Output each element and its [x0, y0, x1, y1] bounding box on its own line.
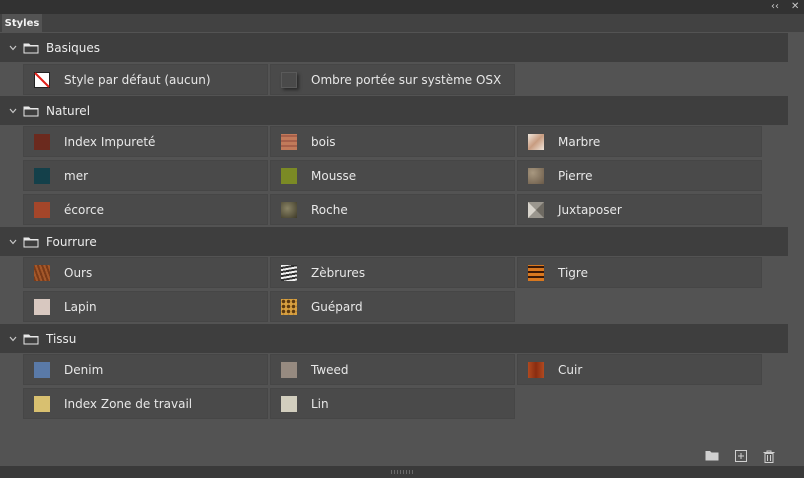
style-swatch — [34, 361, 50, 378]
style-item-label: Lin — [311, 396, 329, 411]
group-header[interactable]: Fourrure — [0, 227, 788, 256]
tab-styles[interactable]: Styles — [2, 14, 42, 32]
group-header[interactable]: Naturel — [0, 96, 788, 125]
style-item[interactable]: Tweed — [270, 354, 515, 385]
panel-title-bar: ‹‹ ✕ — [0, 0, 804, 14]
style-item[interactable]: Lapin — [23, 291, 268, 322]
tab-row: Styles — [0, 14, 804, 43]
group-header[interactable]: Tissu — [0, 324, 788, 353]
style-swatch — [34, 133, 50, 150]
chevron-down-icon[interactable] — [9, 107, 17, 115]
style-item-label: Guépard — [311, 299, 363, 314]
style-item-label: écorce — [64, 202, 104, 217]
trash-icon[interactable] — [763, 450, 775, 463]
style-swatch — [34, 298, 50, 315]
style-swatch — [34, 395, 50, 412]
folder-icon — [23, 334, 39, 344]
style-item[interactable]: Cuir — [517, 354, 762, 385]
style-item[interactable]: Roche — [270, 194, 515, 225]
new-style-icon[interactable] — [735, 450, 747, 462]
style-item-label: Marbre — [558, 134, 601, 149]
style-swatch — [281, 361, 297, 378]
style-swatch — [528, 167, 544, 184]
style-swatch — [528, 361, 544, 378]
style-item[interactable]: Denim — [23, 354, 268, 385]
group-label: Naturel — [46, 103, 91, 118]
style-item[interactable]: Zèbrures — [270, 257, 515, 288]
chevron-down-icon[interactable] — [9, 44, 17, 52]
resize-grip-icon[interactable] — [391, 470, 413, 474]
style-item-label: bois — [311, 134, 336, 149]
style-item[interactable]: Style par défaut (aucun) — [23, 64, 268, 95]
resize-bar[interactable] — [0, 466, 804, 478]
style-item[interactable]: Lin — [270, 388, 515, 419]
style-item-label: Index Zone de travail — [64, 396, 193, 411]
style-item-label: Ombre portée sur système OSX — [311, 72, 502, 87]
style-swatch — [34, 167, 50, 184]
style-item[interactable]: Juxtaposer — [517, 194, 762, 225]
folder-icon — [23, 106, 39, 116]
style-swatch — [528, 133, 544, 150]
new-group-folder-icon[interactable] — [705, 450, 719, 461]
style-item-label: Pierre — [558, 168, 593, 183]
style-item-label: Roche — [311, 202, 348, 217]
style-item[interactable]: mer — [23, 160, 268, 191]
group-label: Tissu — [46, 331, 77, 346]
style-item-label: Lapin — [64, 299, 97, 314]
style-item[interactable]: Pierre — [517, 160, 762, 191]
style-swatch — [528, 264, 544, 281]
style-item[interactable]: Tigre — [517, 257, 762, 288]
panel-footer — [0, 444, 804, 466]
style-item[interactable]: Ombre portée sur système OSX — [270, 64, 515, 95]
style-swatch — [34, 201, 50, 218]
no-style-icon — [34, 71, 50, 88]
style-item-label: Tigre — [558, 265, 588, 280]
style-swatch — [528, 201, 544, 218]
style-item-label: Index Impureté — [64, 134, 156, 149]
style-item[interactable]: Ours — [23, 257, 268, 288]
style-item-label: Style par défaut (aucun) — [64, 72, 211, 87]
styles-list: Basiques Style par défaut (aucun) Ombre … — [0, 32, 804, 444]
style-item[interactable]: Mousse — [270, 160, 515, 191]
chevron-down-icon[interactable] — [9, 335, 17, 343]
group-header[interactable]: Basiques — [0, 33, 788, 62]
style-item-label: Cuir — [558, 362, 583, 377]
group-label: Fourrure — [46, 234, 97, 249]
style-item-label: Juxtaposer — [558, 202, 622, 217]
style-item[interactable]: Guépard — [270, 291, 515, 322]
style-item-label: Denim — [64, 362, 104, 377]
style-item-label: Ours — [64, 265, 93, 280]
style-swatch — [281, 395, 297, 412]
style-item-label: Zèbrures — [311, 265, 366, 280]
collapse-panel-icon[interactable]: ‹‹ — [771, 2, 779, 12]
folder-icon — [23, 237, 39, 247]
style-item[interactable]: Marbre — [517, 126, 762, 157]
style-item[interactable]: Index Impureté — [23, 126, 268, 157]
style-swatch — [281, 71, 297, 88]
style-item-label: Tweed — [311, 362, 349, 377]
style-item-label: Mousse — [311, 168, 357, 183]
style-swatch — [281, 167, 297, 184]
folder-icon — [23, 43, 39, 53]
style-swatch — [281, 264, 297, 281]
group-label: Basiques — [46, 40, 101, 55]
close-icon[interactable]: ✕ — [791, 2, 799, 12]
style-swatch — [281, 133, 297, 150]
scrollbar[interactable] — [788, 32, 804, 444]
style-item[interactable]: Index Zone de travail — [23, 388, 268, 419]
style-item[interactable]: bois — [270, 126, 515, 157]
style-swatch — [281, 201, 297, 218]
style-item[interactable]: écorce — [23, 194, 268, 225]
style-item-label: mer — [64, 168, 89, 183]
style-swatch — [281, 298, 297, 315]
style-swatch — [34, 264, 50, 281]
chevron-down-icon[interactable] — [9, 238, 17, 246]
